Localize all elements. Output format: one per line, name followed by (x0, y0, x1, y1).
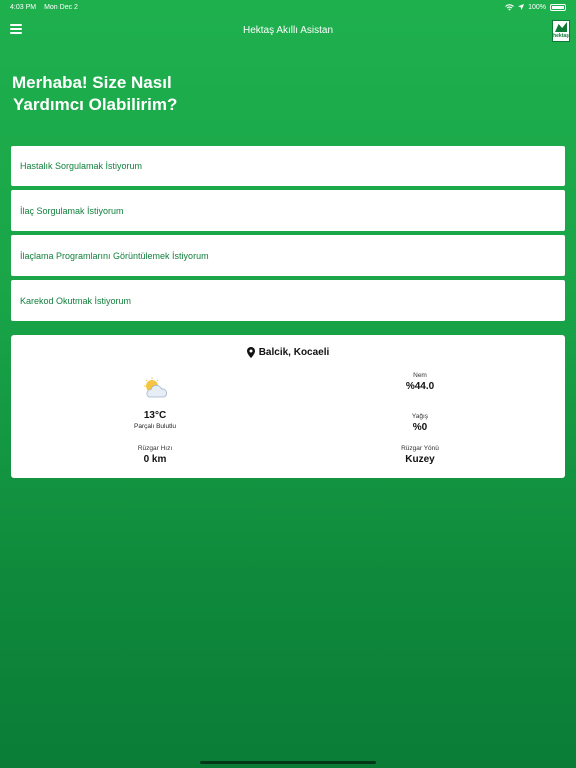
wifi-icon (505, 3, 514, 11)
menu-item-label: İlaçlama Programlarını Görüntülemek İsti… (20, 250, 209, 261)
hamburger-menu-icon[interactable] (10, 24, 22, 34)
status-time: 4:03 PM (10, 3, 37, 11)
menu-item-label: Hastalık Sorgulamak İstiyorum (20, 161, 143, 171)
wind-speed-value: 0 km (143, 454, 167, 465)
battery-icon (550, 3, 566, 11)
hektas-logo: hektaş (552, 20, 570, 42)
weather-condition: Parçalı Bulutlu (134, 423, 176, 430)
wind-direction-stat: Rüzgar Yönü Kuzey (360, 445, 480, 465)
location-text: Balcik, Kocaeli (258, 347, 330, 358)
greeting-heading: Merhaba! Size Nasıl Yardımcı Olabilirim? (12, 72, 312, 116)
map-pin-icon (246, 347, 255, 358)
rain-stat: Yağış %0 (360, 413, 480, 433)
location-arrow-icon (518, 4, 525, 10)
menu-item-spray-programs[interactable]: İlaçlama Programlarını Görüntülemek İsti… (11, 235, 565, 276)
menu-item-pesticide[interactable]: İlaç Sorgulamak İstiyorum (11, 190, 565, 231)
battery-percent: 100% (528, 3, 546, 11)
humidity-stat: Nem %44.0 (360, 372, 480, 392)
weather-card: Balcik, Kocaeli 13°C Parçalı Bulutlu Nem… (11, 335, 565, 478)
nav-bar: Hektaş Akıllı Asistan hektaş (0, 14, 576, 46)
status-date: Mon Dec 2 (44, 3, 78, 11)
humidity-value: %44.0 (405, 381, 435, 392)
greeting-line-2: Yardımcı Olabilirim? (13, 95, 178, 114)
menu-item-label: İlaç Sorgulamak İstiyorum (20, 205, 124, 216)
menu-item-disease[interactable]: Hastalık Sorgulamak İstiyorum (11, 146, 565, 186)
rain-value: %0 (412, 422, 428, 433)
menu-item-label: Karekod Okutmak İstiyorum (20, 295, 132, 306)
wind-direction-value: Kuzey (405, 454, 435, 465)
assistant-menu: Hastalık Sorgulamak İstiyorum İlaç Sorgu… (11, 146, 565, 325)
rain-label: Yağış (411, 413, 429, 420)
menu-item-qr-scan[interactable]: Karekod Okutmak İstiyorum (11, 280, 565, 321)
temperature: 13°C (143, 410, 167, 421)
nav-title: Hektaş Akıllı Asistan (242, 24, 334, 36)
greeting-line-1: Merhaba! Size Nasıl (12, 73, 172, 92)
status-bar: 4:03 PM Mon Dec 2 100% (0, 0, 576, 14)
home-indicator[interactable] (200, 761, 376, 764)
humidity-label: Nem (413, 372, 427, 379)
weather-location: Balcik, Kocaeli (11, 347, 565, 358)
partly-cloudy-icon (144, 377, 168, 398)
wind-speed-label: Rüzgar Hızı (137, 445, 173, 452)
wind-speed-stat: Rüzgar Hızı 0 km (95, 445, 215, 465)
wind-direction-label: Rüzgar Yönü (401, 445, 439, 452)
